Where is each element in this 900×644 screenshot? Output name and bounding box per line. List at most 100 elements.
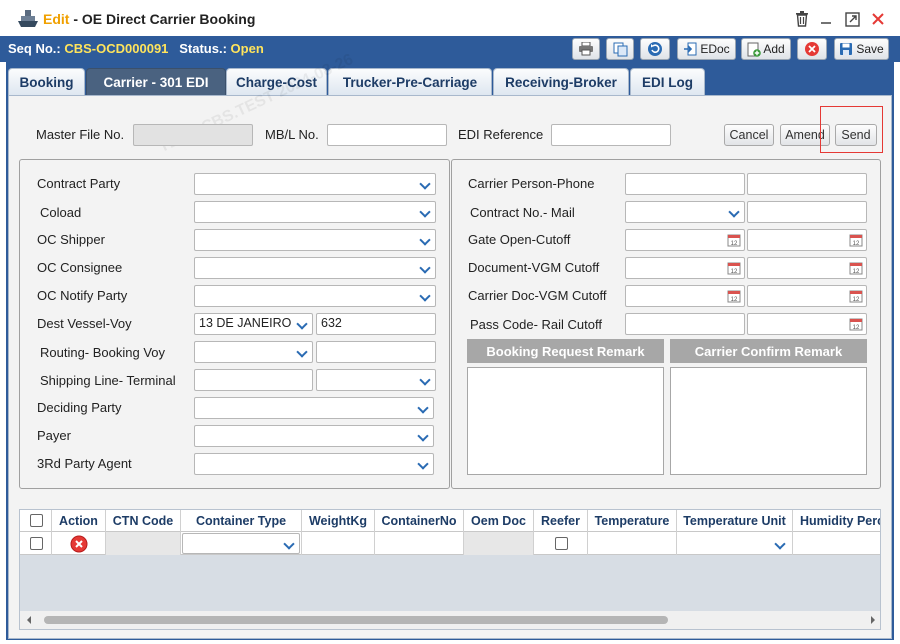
- shipping-line-input[interactable]: [194, 369, 313, 391]
- calendar-icon[interactable]: 12: [849, 289, 863, 303]
- calendar-icon[interactable]: 12: [849, 317, 863, 331]
- cancel-record-button[interactable]: [797, 38, 827, 60]
- carrier-remark-header: Carrier Confirm Remark: [670, 339, 867, 363]
- svg-text:12: 12: [731, 297, 738, 303]
- tab-charge-cost[interactable]: Charge-Cost: [226, 68, 327, 96]
- payer-select[interactable]: [194, 425, 434, 447]
- scroll-right-icon[interactable]: [870, 616, 876, 624]
- booking-remark-textarea[interactable]: [467, 367, 664, 475]
- save-button[interactable]: Save: [834, 38, 889, 60]
- mail-input[interactable]: [747, 201, 867, 223]
- container-no-cell[interactable]: [375, 532, 464, 555]
- routing-select[interactable]: [194, 341, 313, 363]
- col-container-type[interactable]: Container Type: [181, 510, 302, 532]
- oc-shipper-select[interactable]: [194, 229, 436, 251]
- document-cutoff-date[interactable]: 12: [625, 257, 745, 279]
- dest-vessel-label: Dest Vessel-Voy: [37, 316, 132, 331]
- humidity-cell[interactable]: [793, 532, 880, 555]
- booking-voy-input[interactable]: [316, 341, 436, 363]
- routing-label: Routing- Booking Voy: [40, 345, 166, 360]
- reefer-checkbox[interactable]: [555, 537, 568, 550]
- col-temperature[interactable]: Temperature: [588, 510, 677, 532]
- delete-icon[interactable]: [793, 10, 811, 28]
- minimize-icon[interactable]: [817, 10, 835, 28]
- third-party-agent-select[interactable]: [194, 453, 434, 475]
- deciding-party-select[interactable]: [194, 397, 434, 419]
- shipping-line-label: Shipping Line- Terminal: [40, 373, 176, 388]
- col-container-no[interactable]: ContainerNo: [375, 510, 464, 532]
- edoc-icon: [684, 42, 697, 56]
- contract-party-label: Contract Party: [37, 176, 121, 191]
- edoc-button[interactable]: EDoc: [677, 38, 736, 60]
- pass-code-input[interactable]: [625, 313, 745, 335]
- calendar-icon[interactable]: 12: [849, 261, 863, 275]
- calendar-icon[interactable]: 12: [849, 233, 863, 247]
- tab-booking[interactable]: Booking: [8, 68, 85, 96]
- tab-receiving-broker[interactable]: Receiving-Broker: [493, 68, 629, 96]
- copy-icon: [613, 42, 627, 56]
- dest-voy-input[interactable]: 632: [316, 313, 436, 335]
- weight-cell[interactable]: [302, 532, 375, 555]
- scrollbar-thumb[interactable]: [44, 616, 668, 624]
- col-humidity[interactable]: Humidity Perc: [793, 510, 880, 532]
- cancel-button[interactable]: Cancel: [724, 124, 774, 146]
- oc-notify-select[interactable]: [194, 285, 436, 307]
- container-type-select[interactable]: [182, 533, 300, 554]
- edi-reference-input[interactable]: [551, 124, 671, 146]
- temperature-unit-select[interactable]: [678, 533, 791, 554]
- print-button[interactable]: [572, 38, 600, 60]
- status-value: Open: [230, 41, 264, 56]
- calendar-icon[interactable]: 12: [727, 289, 741, 303]
- tab-trucker-pre-carriage[interactable]: Trucker-Pre-Carriage: [328, 68, 492, 96]
- dest-vessel-select[interactable]: 13 DE JANEIRO: [194, 313, 313, 335]
- col-reefer[interactable]: Reefer: [534, 510, 588, 532]
- terminal-select[interactable]: [316, 369, 436, 391]
- coload-select[interactable]: [194, 201, 436, 223]
- contract-no-select[interactable]: [625, 201, 745, 223]
- carrier-phone-input[interactable]: [747, 173, 867, 195]
- col-action[interactable]: Action: [52, 510, 106, 532]
- refresh-button[interactable]: [640, 38, 670, 60]
- carrier-doc-label: Carrier Doc-VGM Cutoff: [468, 288, 607, 303]
- col-weight-kg[interactable]: WeightKg: [302, 510, 375, 532]
- gate-open-date[interactable]: 12: [625, 229, 745, 251]
- refresh-icon: [648, 42, 662, 56]
- temperature-cell[interactable]: [588, 532, 677, 555]
- tab-carrier-301-edi[interactable]: Carrier - 301 EDI: [86, 68, 226, 96]
- carrier-person-input[interactable]: [625, 173, 745, 195]
- temperature-unit-cell: [677, 532, 793, 555]
- oc-notify-label: OC Notify Party: [37, 288, 128, 303]
- carrier-doc-cutoff-date[interactable]: 12: [625, 285, 745, 307]
- mbl-input[interactable]: [327, 124, 447, 146]
- carrier-remark-textarea[interactable]: [670, 367, 867, 475]
- vgm-cutoff-date[interactable]: 12: [747, 257, 867, 279]
- tab-edi-log[interactable]: EDI Log: [630, 68, 705, 96]
- calendar-icon[interactable]: 12: [727, 261, 741, 275]
- gate-cutoff-date[interactable]: 12: [747, 229, 867, 251]
- col-ctn-code[interactable]: CTN Code: [106, 510, 181, 532]
- col-oem-doc[interactable]: Oem Doc: [464, 510, 534, 532]
- delete-row-icon[interactable]: [70, 535, 88, 553]
- select-all-checkbox[interactable]: [30, 514, 43, 527]
- row-checkbox[interactable]: [30, 537, 43, 550]
- close-icon[interactable]: [869, 10, 887, 28]
- contract-party-select[interactable]: [194, 173, 436, 195]
- oc-consignee-select[interactable]: [194, 257, 436, 279]
- add-button[interactable]: Add: [741, 38, 791, 60]
- status-toolbar: Seq No.: CBS-OCD000091 Status.: Open EDo…: [0, 36, 900, 62]
- copy-button[interactable]: [606, 38, 634, 60]
- carrier-vgm-cutoff-date[interactable]: 12: [747, 285, 867, 307]
- col-temperature-unit[interactable]: Temperature Unit: [677, 510, 793, 532]
- status-label: Status.:: [179, 41, 227, 56]
- horizontal-scrollbar[interactable]: [20, 611, 880, 629]
- send-highlight: [820, 106, 883, 153]
- booking-remark-header: Booking Request Remark: [467, 339, 664, 363]
- amend-label: Amend: [785, 128, 825, 142]
- calendar-icon[interactable]: 12: [727, 233, 741, 247]
- scroll-left-icon[interactable]: [26, 616, 32, 624]
- cancel-label: Cancel: [729, 128, 769, 142]
- rail-cutoff-date[interactable]: 12: [747, 313, 867, 335]
- maximize-icon[interactable]: [843, 10, 861, 28]
- seq-label: Seq No.:: [8, 41, 61, 56]
- master-file-input[interactable]: [133, 124, 253, 146]
